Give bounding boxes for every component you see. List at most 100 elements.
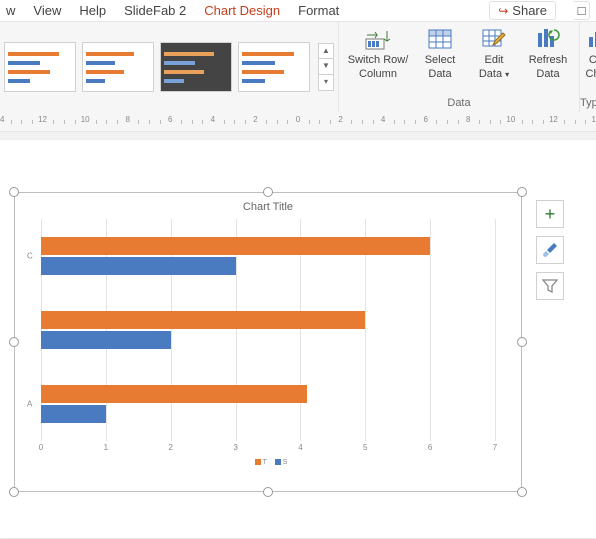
refresh-label-1: Refresh [529,54,568,66]
menu-item-slidefab[interactable]: SlideFab 2 [124,3,186,18]
menu-item-format[interactable]: Format [298,3,339,18]
ruler-tick: 6 [423,115,427,124]
gallery-down-button[interactable]: ▼ [318,59,334,75]
ribbon: ▲ ▼ ▾ Switch Row/ Column Select Data [0,22,596,112]
ruler-tick: 14 [0,115,4,124]
group-label-data: Data [339,96,579,112]
resize-handle-sw[interactable] [9,487,19,497]
x-tick: 7 [493,443,497,452]
ruler-tick: 12 [549,115,558,124]
legend-label-t: T [263,459,267,466]
chart-style-2[interactable] [82,42,154,92]
resize-handle-nw[interactable] [9,187,19,197]
resize-handle-s[interactable] [263,487,273,497]
select-label-1: Select [425,54,456,66]
refresh-data-button[interactable]: Refresh Data [523,26,573,80]
chart-title[interactable]: Chart Title [23,201,513,213]
bar-S-[interactable] [41,331,171,349]
change-label-2: Chart [586,68,596,80]
grid-line [495,219,496,441]
x-tick: 4 [298,443,302,452]
ruler-tick: 4 [381,115,385,124]
edit-label-1: Edit [485,54,504,66]
plot-area[interactable]: CA [41,219,495,441]
comments-button-trunc[interactable]: □ [574,1,590,20]
change-label-1: Cha [589,54,596,66]
resize-handle-n[interactable] [263,187,273,197]
chart-style-4[interactable] [238,42,310,92]
ruler-tick: 12 [38,115,47,124]
funnel-icon [542,278,558,294]
plus-icon: + [545,204,556,225]
gallery-up-button[interactable]: ▲ [318,43,334,59]
edit-data-button[interactable]: Edit Data ▾ [469,26,519,80]
ribbon-group-data: Switch Row/ Column Select Data Edit Data… [339,22,580,112]
edit-data-icon [479,26,509,52]
bar-T-[interactable] [41,311,365,329]
x-tick: 3 [233,443,237,452]
ruler-tick: 8 [466,115,470,124]
refresh-label-2: Data [536,68,559,80]
chart-styles-button[interactable] [536,236,564,264]
switch-row-column-button[interactable]: Switch Row/ Column [345,26,411,80]
menu-item-chart-design[interactable]: Chart Design [204,3,280,18]
ruler-tick: 0 [296,115,300,124]
select-label-2: Data [428,68,451,80]
menu-item-view[interactable]: View [33,3,61,18]
x-tick: 5 [363,443,367,452]
chart-object[interactable]: Chart Title CA 0 1 2 3 4 5 6 7 T S [14,192,522,492]
ruler-tick: 4 [211,115,215,124]
share-button[interactable]: ↪ Share [489,1,556,20]
ruler-tick: 2 [253,115,257,124]
switch-label-2: Column [359,68,397,80]
chart-floating-buttons: + [536,200,564,300]
select-data-icon [425,26,455,52]
resize-handle-se[interactable] [517,487,527,497]
x-tick: 6 [428,443,432,452]
share-icon: ↪ [498,4,508,18]
chart-style-3[interactable] [160,42,232,92]
chart-styles-gallery: ▲ ▼ ▾ [0,22,339,112]
x-tick: 1 [104,443,108,452]
ruler-tick: 8 [125,115,129,124]
chevron-down-icon: ▾ [505,70,509,79]
x-tick: 0 [39,443,43,452]
refresh-data-icon [533,26,563,52]
menu-item-trunc[interactable]: w [6,3,15,18]
menu-item-help[interactable]: Help [79,3,106,18]
legend-swatch-t [255,459,261,465]
bar-T-C[interactable] [41,237,430,255]
ribbon-group-type: Cha Chart Typ [580,22,596,112]
x-axis: 0 1 2 3 4 5 6 7 [41,441,495,457]
chart-style-1[interactable] [4,42,76,92]
bar-T-A[interactable] [41,385,307,403]
resize-handle-ne[interactable] [517,187,527,197]
change-chart-type-icon [584,26,596,52]
group-label-type: Typ [580,96,596,112]
resize-handle-e[interactable] [517,337,527,347]
ruler-tick: 10 [81,115,90,124]
x-tick: 2 [168,443,172,452]
slide-canvas: Chart Title CA 0 1 2 3 4 5 6 7 T S + [0,132,596,539]
chart-area: Chart Title CA 0 1 2 3 4 5 6 7 T S [23,201,513,483]
chart-elements-button[interactable]: + [536,200,564,228]
change-chart-type-button[interactable]: Cha Chart [584,26,596,96]
legend-swatch-s [275,459,281,465]
edit-label-2: Data ▾ [479,68,509,80]
gallery-spinner: ▲ ▼ ▾ [318,43,334,91]
chart-filters-button[interactable] [536,272,564,300]
bar-S-C[interactable] [41,257,236,275]
tab-strip: w View Help SlideFab 2 Chart Design Form… [0,0,596,22]
brush-icon [542,242,558,258]
bar-S-A[interactable] [41,405,106,423]
ruler-tick: 10 [506,115,515,124]
gallery-more-button[interactable]: ▾ [318,75,334,91]
horizontal-ruler: 141210864202468101214 [0,112,596,132]
slide[interactable]: Chart Title CA 0 1 2 3 4 5 6 7 T S + [0,140,596,538]
chart-legend[interactable]: T S [23,459,513,466]
category-label: A [27,400,32,409]
legend-label-s: S [283,459,288,466]
select-data-button[interactable]: Select Data [415,26,465,80]
ruler-tick: 6 [168,115,172,124]
resize-handle-w[interactable] [9,337,19,347]
